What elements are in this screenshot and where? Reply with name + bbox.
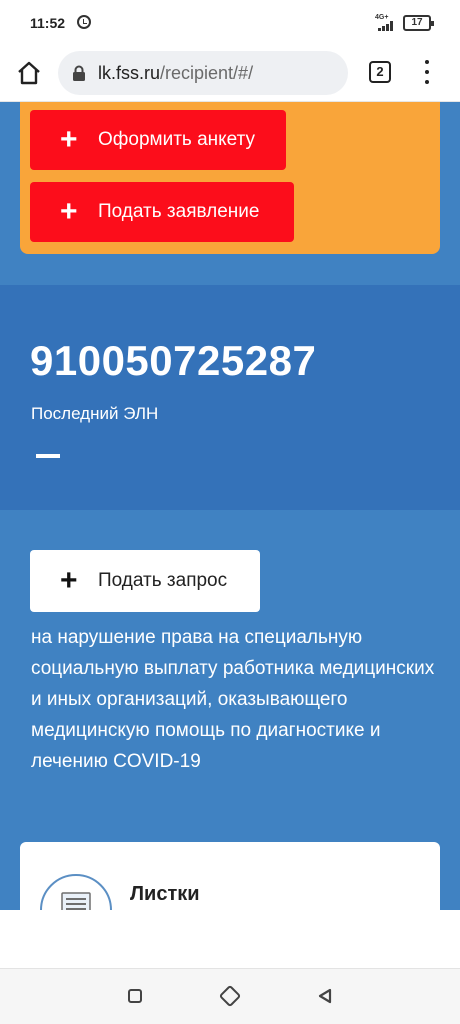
submit-application-label: Подать заявление xyxy=(98,201,260,222)
eln-label: Последний ЭЛН xyxy=(31,404,159,423)
network-type: 4G+ xyxy=(375,14,389,21)
url-path: /recipient/#/ xyxy=(160,63,254,83)
url-text: lk.fss.ru/recipient/#/ xyxy=(98,63,253,84)
plus-icon: + xyxy=(60,564,78,597)
recents-icon[interactable] xyxy=(128,989,142,1003)
plus-icon: + xyxy=(60,123,78,156)
questionnaire-card: + Оформить анкету + Подать заявление xyxy=(20,102,440,254)
submit-request-label: Подать запрос xyxy=(98,570,228,591)
battery-icon: 17 xyxy=(403,15,434,31)
submit-request-button[interactable]: + Подать запрос xyxy=(30,550,260,612)
signal-icon xyxy=(378,21,398,31)
request-description: на нарушение права на специальную социал… xyxy=(31,627,435,772)
sick-leave-title: Листки нетрудоспособности xyxy=(130,883,200,905)
browser-toolbar: lk.fss.ru/recipient/#/ 2 xyxy=(0,46,460,102)
system-nav-bar xyxy=(0,968,460,1024)
last-eln-block: 910050725287 Последний ЭЛН xyxy=(0,285,460,510)
fill-form-label: Оформить анкету xyxy=(98,129,256,150)
page-content: + Оформить анкету + Подать заявление 910… xyxy=(0,102,460,910)
home-icon[interactable] xyxy=(16,60,42,86)
address-bar[interactable]: lk.fss.ru/recipient/#/ xyxy=(58,51,348,95)
plus-icon: + xyxy=(60,195,78,228)
back-icon[interactable] xyxy=(318,988,332,1004)
more-vert-icon[interactable] xyxy=(420,58,434,86)
tabs-button[interactable]: 2 xyxy=(369,61,391,83)
sick-leave-card[interactable]: Листки нетрудоспособности xyxy=(20,842,440,910)
battery-level: 17 xyxy=(411,17,423,28)
eln-status-dash xyxy=(36,454,60,458)
eln-number: 910050725287 xyxy=(30,337,317,384)
document-icon xyxy=(40,874,112,910)
alarm-icon xyxy=(77,15,91,29)
home-icon[interactable] xyxy=(218,984,242,1008)
submit-application-button[interactable]: + Подать заявление xyxy=(30,182,294,242)
status-bar: 11:52 4G+ 17 xyxy=(0,0,460,46)
status-time: 11:52 xyxy=(30,15,66,31)
url-host: lk.fss.ru xyxy=(98,63,161,83)
lock-icon xyxy=(73,65,85,81)
fill-form-button[interactable]: + Оформить анкету xyxy=(30,110,286,170)
